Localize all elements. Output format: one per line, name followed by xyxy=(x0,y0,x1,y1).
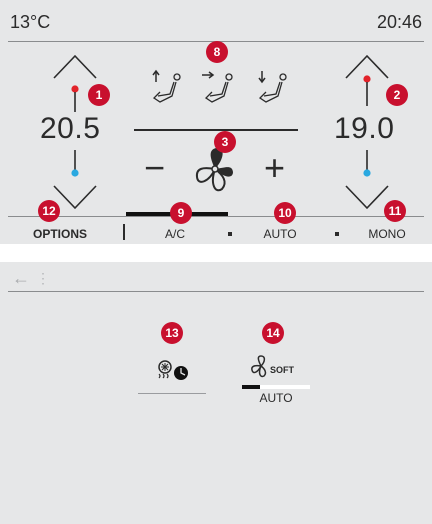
defrost-timer-icon[interactable] xyxy=(154,358,194,388)
clock: 20:46 xyxy=(376,12,422,32)
lower-airflow-icon[interactable] xyxy=(252,68,292,108)
callout-2: 2 xyxy=(386,84,408,106)
soft-auto-label: AUTO xyxy=(259,391,293,405)
options-tab[interactable]: OPTIONS xyxy=(10,227,110,241)
fan-icon xyxy=(195,147,233,192)
callout-11: 11 xyxy=(384,200,406,222)
callout-10: 10 xyxy=(274,202,296,224)
upper-airflow-icon[interactable] xyxy=(146,68,186,108)
header-divider xyxy=(8,291,424,292)
callout-13: 13 xyxy=(161,322,183,344)
tab-dot-separator xyxy=(228,232,232,236)
callout-1: 1 xyxy=(88,84,110,106)
climate-main-screen: 13°C 20:46 20.5 1 19.0 2 8 − + 3 OPTIONS… xyxy=(0,0,432,244)
center-divider xyxy=(134,129,298,131)
callout-3: 3 xyxy=(214,131,236,153)
left-temp-up-arrow[interactable] xyxy=(50,52,100,82)
tab-dot-separator xyxy=(335,232,339,236)
auto-tab[interactable]: AUTO xyxy=(250,227,310,241)
mono-tab[interactable]: MONO xyxy=(352,227,422,241)
menu-dots-icon[interactable]: ⋮ xyxy=(36,270,50,287)
callout-8: 8 xyxy=(206,41,228,63)
outside-temperature: 13°C xyxy=(10,12,51,32)
climate-options-screen: ← ⋮ 13 14 SOFT AUTO xyxy=(0,262,432,524)
back-button[interactable]: ← xyxy=(12,268,30,289)
soft-label: SOFT xyxy=(270,365,294,375)
option-13-underline xyxy=(138,393,206,394)
tabbar-divider xyxy=(8,216,424,217)
callout-12: 12 xyxy=(38,200,60,222)
left-temperature: 20.5 xyxy=(40,112,101,145)
callout-14: 14 xyxy=(262,322,284,344)
middle-airflow-icon[interactable] xyxy=(198,68,238,108)
callout-9: 9 xyxy=(170,202,192,224)
right-temperature: 19.0 xyxy=(334,112,395,145)
fan-decrease-button[interactable]: − xyxy=(144,150,165,186)
soft-level-fill xyxy=(242,385,260,389)
tab-separator xyxy=(123,224,125,240)
ac-tab[interactable]: A/C xyxy=(140,227,210,241)
soft-level-bar[interactable] xyxy=(242,385,310,389)
fan-increase-button[interactable]: + xyxy=(264,150,285,186)
